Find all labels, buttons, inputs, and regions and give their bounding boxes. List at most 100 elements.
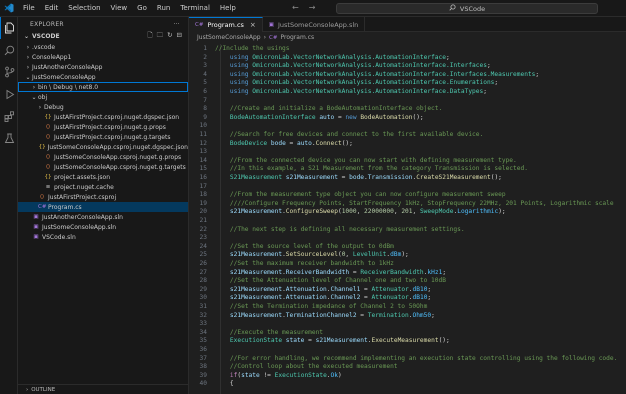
xml-file-icon: ⟨⟩ xyxy=(45,154,51,160)
code-token: state xyxy=(285,337,305,345)
solution-file-icon: ▣ xyxy=(33,234,39,240)
tree-file[interactable]: ⟨⟩ JustAFirstProject.csproj.nuget.g.props xyxy=(18,122,188,132)
run-debug-icon[interactable] xyxy=(0,83,18,105)
code-token: ) xyxy=(337,371,342,379)
breadcrumb-folder[interactable]: JustSomeConsoleApp xyxy=(197,34,261,41)
chevron-down-icon: ⌄ xyxy=(24,33,30,40)
menu-terminal[interactable]: Terminal xyxy=(175,0,215,17)
code-token: CreateS21Measurement xyxy=(416,174,491,181)
search-activity-icon[interactable] xyxy=(0,39,18,61)
tree-file[interactable]: ⟨⟩ JustAFirstProject.csproj xyxy=(18,192,188,202)
menu-help[interactable]: Help xyxy=(215,0,241,17)
code-line: 40 { xyxy=(189,379,626,388)
code-token: using xyxy=(215,53,253,61)
code-token: S21Measurement xyxy=(215,174,286,181)
breadcrumb-file[interactable]: Program.cs xyxy=(280,34,314,41)
explorer-icon[interactable] xyxy=(0,17,18,39)
back-arrow-icon[interactable]: ← xyxy=(292,3,299,12)
explorer-header: EXPLORER ··· xyxy=(18,17,188,31)
source-control-icon[interactable] xyxy=(0,61,18,83)
chevron-down-icon: ⌄ xyxy=(31,93,37,101)
menu-selection[interactable]: Selection xyxy=(63,0,105,17)
code-token: (); xyxy=(490,174,502,181)
tree-file[interactable]: ⟨⟩ JustSomeConsoleApp.csproj.nuget.g.targ… xyxy=(18,162,188,172)
code-token: Ohm50 xyxy=(412,311,432,319)
code-token: using xyxy=(215,88,253,95)
navigation-arrows: ← → xyxy=(292,3,315,12)
line-number: 40 xyxy=(199,380,207,388)
code-token: s21Measurement xyxy=(215,251,283,259)
collapse-all-icon[interactable]: ⊟ xyxy=(177,31,182,42)
code-token: 1000 xyxy=(341,208,357,216)
outline-label: OUTLINE xyxy=(31,386,56,393)
code-token: ; xyxy=(431,311,435,319)
refresh-icon[interactable]: ↻ xyxy=(167,31,172,42)
tree-file[interactable]: ▣ VSCode.sln xyxy=(18,232,188,242)
tree-folder[interactable]: › JustAnotherConsoleApp xyxy=(18,62,188,72)
tree-folder[interactable]: › ConsoleApp1 xyxy=(18,52,188,62)
tree-item-label: JustSomeConsoleApp.sln xyxy=(42,223,117,231)
new-file-icon[interactable]: 🗋 xyxy=(147,31,152,42)
menu-file[interactable]: File xyxy=(18,0,40,17)
code-token: Attenuator xyxy=(371,294,409,302)
code-token: Channel2 xyxy=(330,294,361,302)
code-token: new xyxy=(345,113,361,121)
code-token: Attenuator xyxy=(371,285,409,293)
code-token: dB10 xyxy=(412,285,428,293)
menu-edit[interactable]: Edit xyxy=(40,0,64,17)
close-icon[interactable]: × xyxy=(250,21,256,29)
workspace-root[interactable]: ⌄ VSCODE 🗋 🗀 ↻ ⊟ xyxy=(18,31,188,42)
tree-item-label: JustAFirstProject.csproj.nuget.g.props xyxy=(54,123,166,131)
code-token: ; xyxy=(427,285,432,293)
tree-folder[interactable]: ⌄ JustSomeConsoleApp xyxy=(18,72,188,82)
menu-view[interactable]: View xyxy=(106,0,133,17)
code-token: (); xyxy=(341,139,353,147)
code-editor[interactable]: 1//Include the usings 2 using OmicronLab.… xyxy=(189,44,626,394)
menu-go[interactable]: Go xyxy=(132,0,152,17)
forward-arrow-icon[interactable]: → xyxy=(309,3,316,12)
more-actions-icon[interactable]: ··· xyxy=(173,21,180,28)
code-token: Channel1 xyxy=(330,285,361,293)
tree-file[interactable]: ▣ JustAnotherConsoleApp.sln xyxy=(18,212,188,222)
tree-file[interactable]: {} JustAFirstProject.csproj.nuget.dgspec.… xyxy=(18,112,188,122)
code-token: SetSourceLevel xyxy=(285,251,338,259)
tree-file[interactable]: {} project.assets.json xyxy=(18,172,188,182)
activity-bar xyxy=(0,17,18,394)
xml-file-icon: ⟨⟩ xyxy=(45,164,51,170)
tree-folder[interactable]: › Debug xyxy=(18,102,188,112)
code-token: //For error handling, we recommend imple… xyxy=(215,354,618,362)
tree-file[interactable]: ▣ JustSomeConsoleApp.sln xyxy=(18,222,188,232)
editor-area: C# Program.cs × ▣ JustSomeConsoleApp.sln… xyxy=(189,17,626,394)
code-token: SweepMode xyxy=(419,208,454,216)
code-token: ); xyxy=(401,251,409,259)
tree-folder[interactable]: › bin \ Debug \ net8.0 xyxy=(18,82,188,92)
code-token: = xyxy=(349,268,361,276)
code-token: ConfigureSweep xyxy=(285,208,338,216)
tree-item-label: project.assets.json xyxy=(54,173,111,181)
tree-file[interactable]: ≡ project.nuget.cache xyxy=(18,182,188,192)
menu-run[interactable]: Run xyxy=(152,0,175,17)
code-token: 201 xyxy=(401,208,413,216)
tree-file[interactable]: C# Program.cs xyxy=(18,202,188,212)
code-token: BodeDevice xyxy=(215,139,271,147)
testing-icon[interactable] xyxy=(0,127,18,149)
tree-folder[interactable]: › .vscode xyxy=(18,42,188,52)
tab-solution-file[interactable]: ▣ JustSomeConsoleApp.sln xyxy=(263,17,366,32)
new-folder-icon[interactable]: 🗀 xyxy=(157,31,164,42)
tab-program-cs[interactable]: C# Program.cs × xyxy=(189,17,263,32)
code-token: auto xyxy=(296,139,312,147)
tree-folder[interactable]: ⌄ obj xyxy=(18,92,188,102)
xml-file-icon: ⟨⟩ xyxy=(45,134,51,140)
tree-item-label: JustAnotherConsoleApp xyxy=(32,63,103,71)
extensions-icon[interactable] xyxy=(0,105,18,127)
tree-file[interactable]: {} JustSomeConsoleApp.csproj.nuget.dgspec… xyxy=(18,142,188,152)
code-token: //In this example, a S21 Measurement fro… xyxy=(215,165,528,173)
code-token: OmicronLab.VectorNetworkAnalysis.Automat… xyxy=(252,62,487,70)
xml-file-icon: ⟨⟩ xyxy=(45,124,51,130)
tree-file[interactable]: ⟨⟩ JustSomeConsoleApp.csproj.nuget.g.prop… xyxy=(18,152,188,162)
outline-section[interactable]: › OUTLINE xyxy=(18,384,189,394)
command-center-search[interactable]: VSCode xyxy=(336,3,598,14)
code-token: s21Measurement xyxy=(315,337,368,345)
tree-item-label: JustAnotherConsoleApp.sln xyxy=(42,213,123,221)
tree-file[interactable]: ⟨⟩ JustAFirstProject.csproj.nuget.g.targe… xyxy=(18,132,188,142)
